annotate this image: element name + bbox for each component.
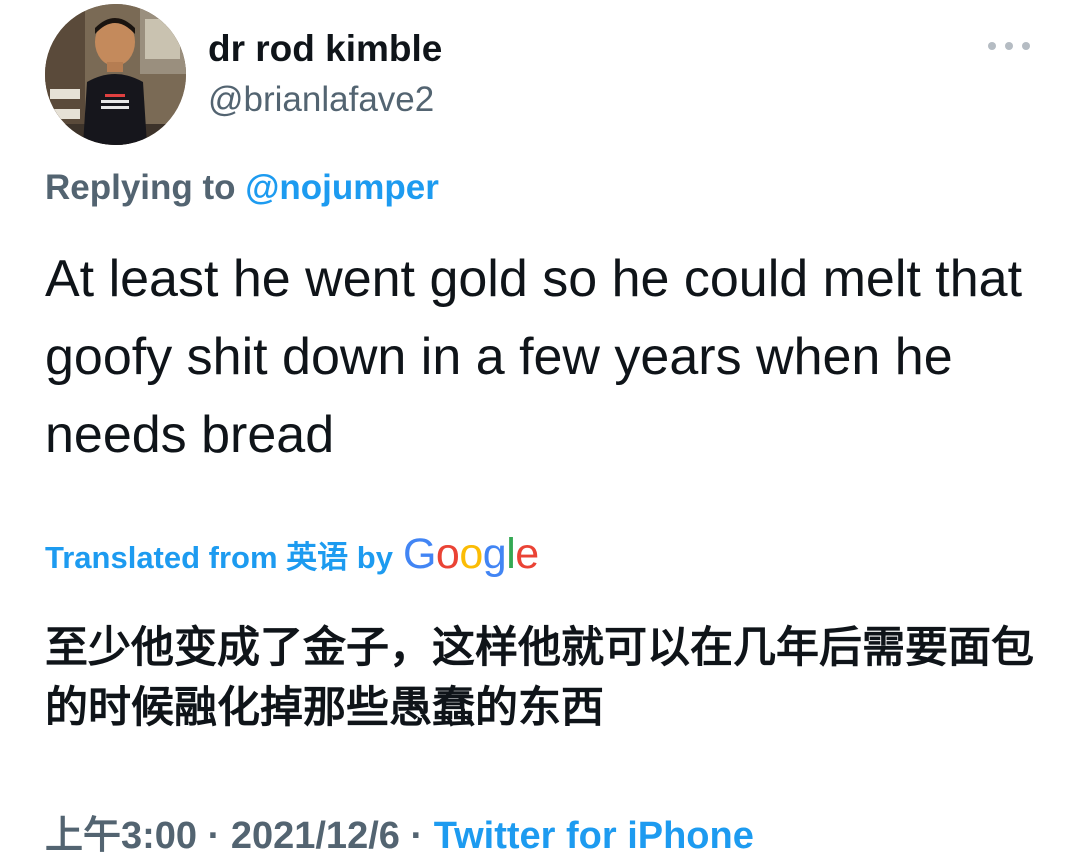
google-logo: Google: [403, 533, 539, 576]
tweet-meta: 上午3:00 · 2021/12/6 · Twitter for iPhone: [45, 804, 754, 859]
more-options-icon[interactable]: [988, 36, 1030, 56]
reply-mention-link[interactable]: @nojumper: [245, 168, 439, 207]
tweet-card: dr rod kimble @brianlafave2 Replying to …: [0, 0, 1080, 866]
tweet-text: At least he went gold so he could melt t…: [45, 250, 1023, 464]
google-letter-4: g: [482, 530, 507, 578]
meta-separator: ·: [410, 815, 424, 857]
google-letter-5: l: [506, 530, 516, 578]
translation-attribution[interactable]: Translated from 英语 by Google: [45, 532, 539, 577]
profile-photo: [45, 4, 186, 145]
dot: [988, 42, 996, 50]
translation-label: Translated from 英语 by: [45, 540, 393, 575]
google-letter-2: o: [435, 530, 460, 578]
display-name[interactable]: dr rod kimble: [208, 28, 442, 70]
dot: [1022, 42, 1030, 50]
tweet-source-link[interactable]: Twitter for iPhone: [434, 815, 754, 857]
google-letter-6: e: [515, 530, 539, 578]
replying-to: Replying to @nojumper: [45, 168, 439, 208]
meta-separator: ·: [207, 815, 221, 857]
tweet-date[interactable]: 2021/12/6: [231, 815, 400, 857]
dot: [1005, 42, 1013, 50]
avatar[interactable]: [45, 4, 186, 145]
tweet-time[interactable]: 上午3:00: [45, 815, 197, 857]
translated-text: 至少他变成了金子，这样他就可以在几年后需要面包的时候融化掉那些愚蠢的东西: [45, 624, 1034, 732]
user-handle[interactable]: @brianlafave2: [208, 80, 434, 120]
replying-to-label: Replying to: [45, 168, 236, 207]
google-letter-3: o: [459, 530, 483, 578]
google-letter-1: G: [402, 530, 436, 578]
